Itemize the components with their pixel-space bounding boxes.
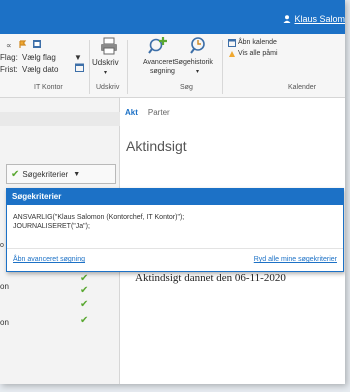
search-history-button[interactable]: Søgehistorik <box>174 58 213 68</box>
tab-bar: Akt Parter <box>125 108 170 117</box>
search-criteria-button[interactable]: ✔ Søgekriterier ▼ <box>6 164 116 184</box>
ribbon-group-print: Udskriv <box>96 84 120 91</box>
printer-icon[interactable] <box>100 37 118 55</box>
list-item[interactable]: on <box>0 318 9 327</box>
open-calendar-icon <box>228 39 236 47</box>
clear-search-criteria-link[interactable]: Ryd alle mine søgekriterier <box>254 256 337 263</box>
flag-select[interactable]: Vælg flag <box>22 53 56 63</box>
show-all-icon <box>229 51 235 57</box>
search-criteria-popup: Søgekriterier ANSVARLIG("Klaus Salomon (… <box>6 188 344 272</box>
check-icon: ✔ <box>11 168 20 180</box>
chevron-down-icon[interactable]: ▾ <box>104 68 107 78</box>
open-advanced-search-link[interactable]: Åbn avanceret søgning <box>13 256 85 263</box>
chevron-down-icon: ▼ <box>73 170 81 178</box>
deadline-label: Frist: <box>0 65 18 74</box>
svg-text:∝: ∝ <box>6 41 12 49</box>
page-title: Aktindsigt <box>126 138 187 154</box>
date-picker-icon[interactable] <box>75 63 84 72</box>
tab-parter[interactable]: Parter <box>148 108 170 117</box>
popup-title: Søgekriterier <box>7 189 343 205</box>
chevron-down-icon[interactable]: ▾ <box>196 67 199 77</box>
ribbon-divider <box>127 40 128 94</box>
list-item[interactable]: o <box>0 242 4 249</box>
deadline-select[interactable]: Vælg dato <box>22 65 58 75</box>
person-icon <box>283 15 291 23</box>
open-calendar-button[interactable]: Åbn kalende <box>238 38 277 48</box>
calendar-icon <box>33 40 41 48</box>
user-name[interactable]: Klaus Salom <box>294 14 345 24</box>
check-icon: ✔ <box>80 285 89 296</box>
ribbon-group-calendar: Kalender <box>288 84 317 91</box>
chevron-down-icon[interactable]: ▼ <box>74 53 82 63</box>
criteria-line: ANSVARLIG("Klaus Salomon (Kontorchef, IT… <box>13 214 185 221</box>
check-icon: ✔ <box>80 273 89 284</box>
title-bar: Klaus Salom <box>0 0 345 34</box>
ribbon: ∝ Flag: Vælg flag ▼ Frist: Vælg dato IT … <box>0 34 345 98</box>
background: Klaus Salom ∝ Flag: Vælg flag ▼ Frist: V… <box>0 0 350 392</box>
search-history-icon[interactable] <box>188 36 208 56</box>
flag-group-icons: ∝ <box>6 40 27 49</box>
tab-akt[interactable]: Akt <box>125 108 138 117</box>
application-window: Klaus Salom ∝ Flag: Vælg flag ▼ Frist: V… <box>0 0 345 384</box>
check-icon: ✔ <box>80 315 89 326</box>
advanced-search-icon[interactable] <box>148 36 170 56</box>
user-menu[interactable]: Klaus Salom <box>283 14 345 24</box>
ribbon-divider <box>222 40 223 94</box>
flag-label: Flag: <box>0 53 18 62</box>
criteria-text: ANSVARLIG("Klaus Salomon (Kontorchef, IT… <box>13 213 184 231</box>
search-criteria-button-label: Søgekriterier <box>22 169 69 179</box>
list-item[interactable]: on <box>0 282 9 291</box>
show-all-button[interactable]: Vis alle påmi <box>238 49 278 59</box>
advanced-search-button-line2[interactable]: søgning <box>150 67 175 77</box>
criteria-line: JOURNALISERET("Ja"); <box>13 223 90 230</box>
ribbon-group-it-kontor: IT Kontor <box>34 84 63 91</box>
print-button[interactable]: Udskriv <box>92 58 119 68</box>
document-text: Aktindsigt dannet den 06-11-2020 <box>135 272 286 284</box>
ribbon-divider <box>89 40 90 94</box>
popup-divider <box>7 248 343 249</box>
left-panel-header <box>0 112 120 126</box>
ribbon-group-search: Søg <box>180 84 193 91</box>
check-icon: ✔ <box>80 299 89 310</box>
